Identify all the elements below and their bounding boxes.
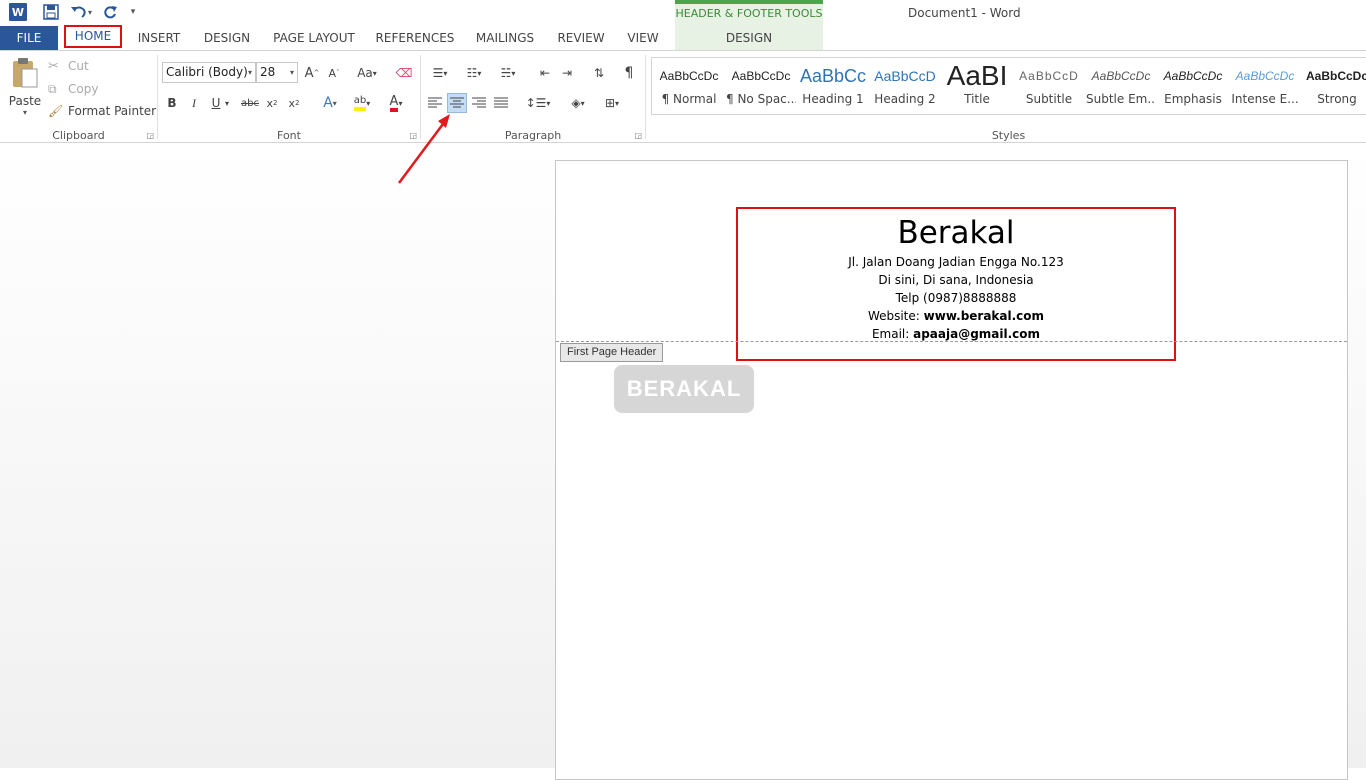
format-painter-label: Format Painter: [68, 104, 157, 118]
paragraph-launcher-icon[interactable]: ◲: [634, 131, 642, 140]
website-label: Website:: [867, 309, 924, 323]
header-phone[interactable]: Telp (0987)8888888: [738, 289, 1174, 307]
superscript-icon[interactable]: x2: [284, 93, 304, 113]
copy-label: Copy: [68, 82, 99, 96]
paste-dropdown-icon: ▾: [22, 108, 27, 117]
font-group: Calibri (Body) ▾ 28 ▾ A ^ Aˇ Aa ▾ ⌫ B I U …: [158, 51, 420, 143]
document-workspace[interactable]: Berakal Jl. Jalan Doang Jadian Engga No.…: [0, 144, 1366, 780]
borders-icon[interactable]: ⊞ ▾: [597, 93, 627, 113]
copy-icon: ⧉: [48, 81, 57, 96]
styles-group: Styles: [651, 51, 1366, 143]
paste-label: Paste: [8, 94, 42, 108]
chevron-down-icon: ▾: [247, 68, 252, 77]
font-color-icon[interactable]: A ▾: [382, 93, 410, 113]
ribbon-home: Paste ▾ ✂ Cut ⧉ Copy 🖌 Format Painter Cl…: [0, 50, 1366, 143]
first-page-header-tag: First Page Header: [560, 343, 664, 362]
clear-formatting-icon[interactable]: ⌫: [394, 63, 414, 83]
paragraph-group: ☰ ▾ ☷ ▾ ☵ ▾ ⇤ ⇥ ⇅ ¶ ↕☰ ▾ ◈ ▾ ⊞ ▾ Paragraph ◲: [421, 51, 645, 143]
tab-view[interactable]: VIEW: [620, 26, 666, 50]
numbering-icon[interactable]: ☷ ▾: [459, 63, 489, 83]
watermark-logo: BERAKAL: [614, 365, 754, 413]
paragraph-group-label: Paragraph: [504, 129, 562, 142]
clipboard-launcher-icon[interactable]: ◲: [146, 131, 154, 140]
tab-file[interactable]: FILE: [0, 26, 58, 50]
cut-button[interactable]: ✂ Cut: [48, 57, 89, 75]
multilevel-list-icon[interactable]: ☵ ▾: [493, 63, 523, 83]
document-page[interactable]: Berakal Jl. Jalan Doang Jadian Engga No.…: [555, 160, 1348, 780]
email-value: apaaja@gmail.com: [913, 327, 1041, 341]
paste-icon: [10, 57, 40, 92]
email-label: Email:: [871, 327, 914, 341]
align-left-icon[interactable]: [425, 93, 445, 113]
tab-page-layout[interactable]: PAGE LAYOUT: [266, 26, 362, 50]
tab-design[interactable]: DESIGN: [198, 26, 256, 50]
decrease-indent-icon[interactable]: ⇤: [535, 63, 555, 83]
chevron-down-icon: ▾: [289, 68, 294, 77]
tab-review[interactable]: REVIEW: [552, 26, 610, 50]
header-title[interactable]: Berakal: [738, 213, 1174, 253]
text-effects-icon[interactable]: A ▾: [316, 93, 344, 113]
grow-font-icon[interactable]: A ^: [302, 63, 322, 83]
tab-insert[interactable]: INSERT: [130, 26, 188, 50]
justify-icon[interactable]: [491, 93, 511, 113]
contextual-color-bar: [675, 0, 823, 4]
align-center-icon[interactable]: [447, 93, 467, 113]
sort-icon[interactable]: ⇅: [589, 63, 609, 83]
increase-indent-icon[interactable]: ⇥: [557, 63, 577, 83]
tab-home[interactable]: HOME: [64, 25, 122, 48]
header-address-line-2[interactable]: Di sini, Di sana, Indonesia: [738, 271, 1174, 289]
tab-mailings[interactable]: MAILINGS: [470, 26, 540, 50]
clipboard-group-label: Clipboard: [52, 129, 105, 142]
font-name-combo[interactable]: Calibri (Body) ▾: [162, 62, 256, 83]
font-size-combo[interactable]: 28 ▾: [256, 62, 298, 83]
format-painter-button[interactable]: 🖌 Format Painter: [48, 102, 156, 120]
header-boundary-line: [556, 341, 1347, 342]
font-size-value: 28: [260, 65, 276, 79]
copy-button[interactable]: ⧉ Copy: [48, 80, 98, 98]
group-divider: [645, 55, 646, 139]
styles-group-label: Styles: [991, 129, 1026, 142]
align-right-icon[interactable]: [469, 93, 489, 113]
header-content-highlight[interactable]: Berakal Jl. Jalan Doang Jadian Engga No.…: [736, 207, 1176, 361]
line-spacing-icon[interactable]: ↕☰ ▾: [523, 93, 553, 113]
header-address-line-1[interactable]: Jl. Jalan Doang Jadian Engga No.123: [738, 253, 1174, 271]
tab-references[interactable]: REFERENCES: [372, 26, 458, 50]
bullets-icon[interactable]: ☰ ▾: [425, 63, 455, 83]
scissors-icon: ✂: [48, 58, 59, 74]
show-hide-icon[interactable]: ¶: [619, 63, 639, 83]
paste-button[interactable]: Paste ▾: [6, 57, 44, 121]
paintbrush-icon: 🖌: [48, 104, 64, 118]
strikethrough-icon[interactable]: abc: [240, 93, 260, 113]
font-launcher-icon[interactable]: ◲: [409, 131, 417, 140]
header-footer-tools-label: HEADER & FOOTER TOOLS: [675, 7, 823, 20]
chevron-down-icon[interactable]: ▾: [222, 93, 232, 113]
cut-label: Cut: [68, 59, 89, 73]
subscript-icon[interactable]: x2: [262, 93, 282, 113]
bold-icon[interactable]: B: [162, 93, 182, 113]
shrink-font-icon[interactable]: Aˇ: [324, 63, 344, 83]
font-name-value: Calibri (Body): [166, 65, 248, 79]
website-value: www.berakal.com: [923, 309, 1045, 323]
clipboard-group: Paste ▾ ✂ Cut ⧉ Copy 🖌 Format Painter Cl…: [0, 51, 157, 143]
shading-icon[interactable]: ◈ ▾: [563, 93, 593, 113]
highlight-color-icon[interactable]: ab ▾: [348, 93, 376, 113]
font-group-label: Font: [277, 129, 301, 142]
header-website-line[interactable]: Website: www.berakal.com: [738, 307, 1174, 325]
tab-header-footer-design[interactable]: DESIGN: [675, 26, 823, 50]
ribbon-tabs: FILE HOME INSERT DESIGN PAGE LAYOUT REFE…: [0, 25, 1366, 50]
change-case-icon[interactable]: Aa ▾: [352, 63, 382, 83]
italic-icon[interactable]: I: [184, 93, 204, 113]
